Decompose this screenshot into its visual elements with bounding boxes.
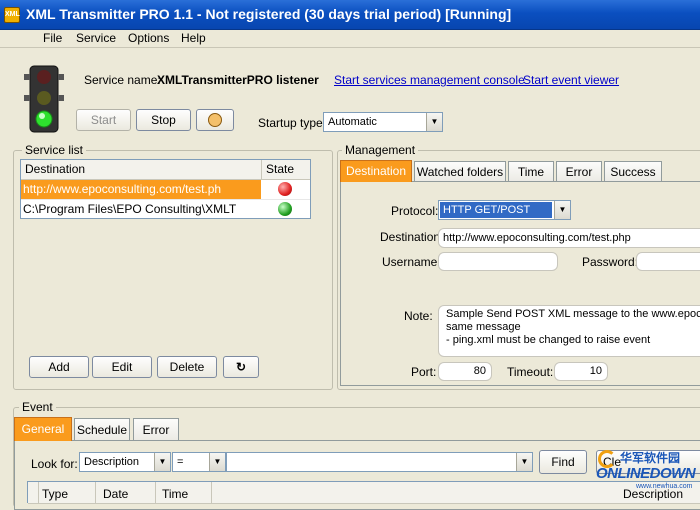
timeout-input[interactable]: 10 bbox=[554, 362, 608, 381]
watermark-brand: ONLINEDOWN bbox=[596, 465, 696, 482]
menu-file[interactable]: File bbox=[43, 31, 62, 45]
header-type[interactable]: Type bbox=[42, 487, 68, 501]
service-list-title: Service list bbox=[22, 143, 87, 157]
stop-button[interactable]: Stop bbox=[136, 109, 191, 131]
hand-icon bbox=[208, 113, 222, 127]
watermark-url: www.newhua.com bbox=[636, 483, 693, 490]
header-date[interactable]: Date bbox=[103, 487, 128, 501]
traffic-light-icon bbox=[22, 64, 66, 136]
username-label: Username: bbox=[382, 255, 441, 269]
stopped-state-icon bbox=[278, 182, 292, 196]
note-line: - ping.xml must be changed to raise even… bbox=[446, 334, 651, 346]
add-button[interactable]: Add bbox=[29, 356, 89, 378]
menu-service[interactable]: Service bbox=[76, 31, 116, 45]
row-destination: http://www.epoconsulting.com/test.ph bbox=[21, 180, 261, 199]
chevron-down-icon: ▼ bbox=[426, 113, 442, 131]
note-textarea[interactable]: Sample Send POST XML message to the www.… bbox=[438, 305, 700, 357]
chevron-down-icon: ▼ bbox=[209, 453, 225, 471]
table-row[interactable]: http://www.epoconsulting.com/test.ph bbox=[21, 180, 310, 199]
start-button[interactable]: Start bbox=[76, 109, 131, 131]
window-title: XML Transmitter PRO 1.1 - Not registered… bbox=[26, 6, 512, 22]
table-row[interactable]: C:\Program Files\EPO Consulting\XMLT bbox=[21, 199, 310, 218]
note-line: Sample Send POST XML message to the www.… bbox=[446, 308, 700, 320]
help-button[interactable] bbox=[196, 109, 234, 131]
delete-button[interactable]: Delete bbox=[157, 356, 217, 378]
startup-type-select[interactable]: Automatic ▼ bbox=[323, 112, 443, 132]
running-state-icon bbox=[278, 202, 292, 216]
look-for-label: Look for: bbox=[31, 457, 78, 471]
header-state[interactable]: State bbox=[266, 162, 294, 176]
startup-type-value: Automatic bbox=[328, 116, 377, 128]
chevron-down-icon: ▼ bbox=[154, 453, 170, 471]
destination-label: Destination bbox=[380, 230, 441, 244]
service-name-value: XMLTransmitterPRO listener bbox=[157, 73, 319, 87]
protocol-select[interactable]: HTTP GET/POST ▼ bbox=[438, 200, 571, 220]
edit-button[interactable]: Edit bbox=[92, 356, 152, 378]
password-input[interactable] bbox=[636, 252, 700, 271]
refresh-button[interactable]: ↻ bbox=[223, 356, 259, 378]
service-name-label: Service name: bbox=[84, 73, 161, 87]
tab-watched-folders[interactable]: Watched folders bbox=[414, 161, 506, 181]
tab-schedule[interactable]: Schedule bbox=[74, 418, 130, 440]
look-for-select[interactable]: Description ▼ bbox=[79, 452, 171, 472]
tab-destination[interactable]: Destination bbox=[340, 160, 412, 182]
tab-time[interactable]: Time bbox=[508, 161, 554, 181]
look-for-value: Description bbox=[84, 456, 140, 468]
tab-success[interactable]: Success bbox=[604, 161, 662, 181]
watermark-logo: 华军软件园 ONLINEDOWN www.newhua.com bbox=[596, 444, 698, 496]
header-destination[interactable]: Destination bbox=[25, 162, 85, 176]
operator-select[interactable]: = ▼ bbox=[172, 452, 226, 472]
table-header: Destination State bbox=[21, 160, 310, 180]
tab-error[interactable]: Error bbox=[556, 161, 602, 181]
event-viewer-link[interactable]: Start event viewer bbox=[523, 73, 619, 87]
timeout-label: Timeout: bbox=[507, 365, 554, 379]
protocol-value: HTTP GET/POST bbox=[440, 202, 552, 218]
chevron-down-icon: ▼ bbox=[516, 453, 532, 471]
event-title: Event bbox=[19, 400, 56, 414]
chevron-down-icon: ▼ bbox=[554, 201, 570, 219]
port-input[interactable]: 80 bbox=[438, 362, 492, 381]
username-input[interactable] bbox=[438, 252, 558, 271]
management-title: Management bbox=[342, 143, 419, 157]
services-console-link[interactable]: Start services management console bbox=[334, 73, 525, 87]
tab-event-error[interactable]: Error bbox=[133, 418, 179, 440]
password-label: Password: bbox=[582, 255, 639, 269]
destination-input[interactable]: http://www.epoconsulting.com/test.php bbox=[438, 228, 700, 248]
port-label: Port: bbox=[411, 365, 437, 379]
find-button[interactable]: Find bbox=[539, 450, 587, 474]
app-icon: XML bbox=[4, 7, 20, 23]
header-time[interactable]: Time bbox=[162, 487, 188, 501]
menu-options[interactable]: Options bbox=[128, 31, 169, 45]
menu-help[interactable]: Help bbox=[181, 31, 206, 45]
service-list-table: Destination State http://www.epoconsulti… bbox=[20, 159, 311, 219]
note-label: Note: bbox=[404, 309, 433, 323]
tab-general[interactable]: General bbox=[14, 417, 72, 441]
protocol-label: Protocol: bbox=[391, 204, 439, 218]
search-value-select[interactable]: ▼ bbox=[226, 452, 533, 472]
operator-value: = bbox=[177, 456, 184, 468]
startup-type-label: Startup type: bbox=[258, 116, 327, 130]
watermark-cn: 华军软件园 bbox=[620, 451, 681, 465]
row-destination: C:\Program Files\EPO Consulting\XMLT bbox=[23, 202, 237, 216]
note-line: same message bbox=[446, 321, 521, 333]
refresh-icon: ↻ bbox=[235, 360, 247, 374]
